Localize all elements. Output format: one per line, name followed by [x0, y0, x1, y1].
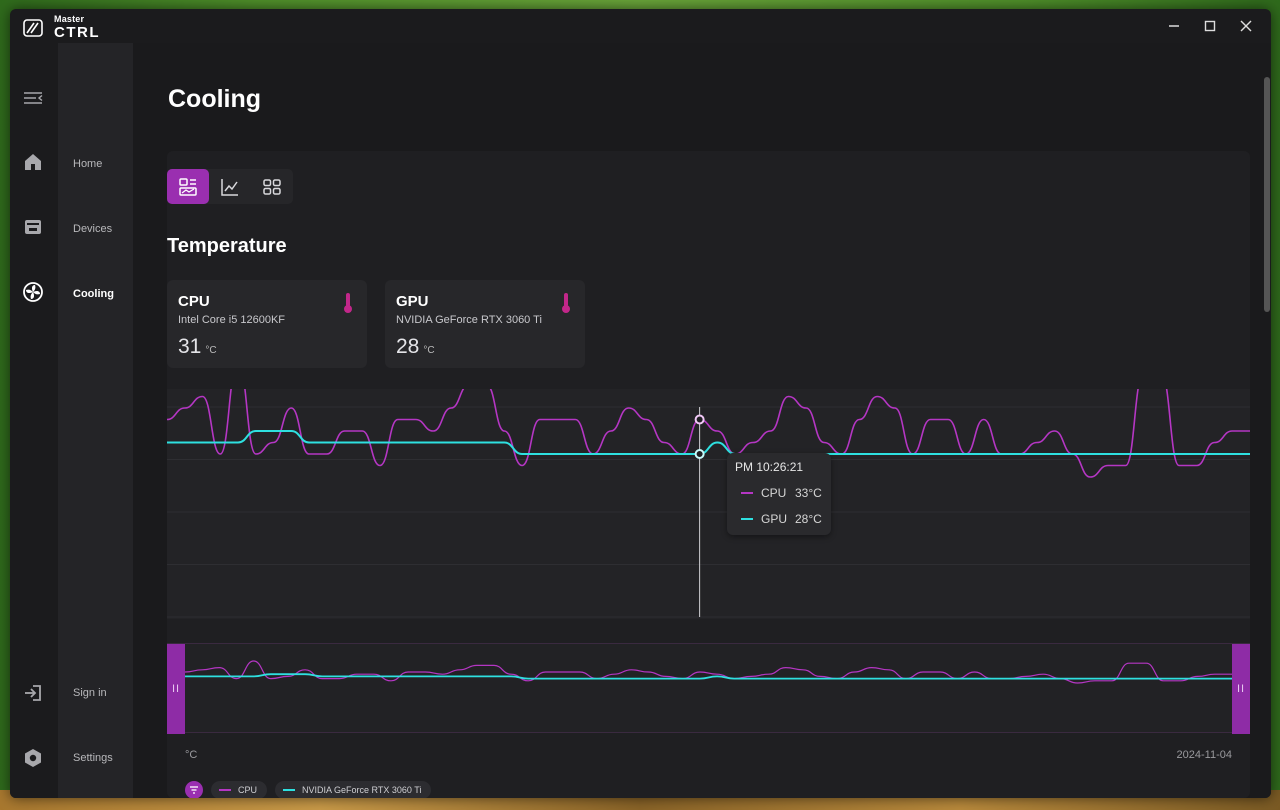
app-window: Master CTRL Home Devices Cooling Sign in… — [10, 9, 1271, 798]
tooltip-series-value: 33°C — [795, 486, 822, 500]
sign-in-icon — [25, 685, 41, 701]
logo-bottom-text: CTRL — [54, 24, 100, 41]
nav-item-devices[interactable]: Devices — [73, 223, 112, 235]
section-title: Temperature — [167, 235, 287, 257]
nav-item-sign-in[interactable]: Sign in — [73, 687, 107, 699]
home-icon — [25, 154, 41, 170]
sensor-unit: °C — [423, 345, 435, 356]
legend-swatch-gpu — [283, 789, 296, 791]
maximize-icon — [1204, 20, 1216, 32]
chart-date-label: 2024-11-04 — [1176, 749, 1232, 761]
icon-rail — [10, 43, 58, 798]
sensor-unit: °C — [205, 345, 217, 356]
gpu-hover-point — [694, 449, 705, 459]
hamburger-icon — [24, 92, 43, 104]
legend-item-cpu[interactable]: CPU — [211, 781, 268, 798]
cooling-panel: Temperature CPU Intel Core i5 12600KF 31… — [167, 151, 1250, 798]
gear-icon — [25, 749, 41, 767]
title-bar: Master CTRL — [10, 9, 1271, 43]
minimize-button[interactable] — [1159, 15, 1189, 37]
sensor-temperature: 28 — [396, 335, 420, 358]
sensor-name: GPU — [396, 293, 429, 310]
close-button[interactable] — [1231, 15, 1261, 37]
main-content: Cooling Temperature CPU Intel Core i5 12… — [133, 43, 1271, 798]
tab-line-chart-view[interactable] — [209, 169, 251, 204]
app-logo: Master CTRL — [22, 15, 100, 40]
legend-swatch-cpu — [219, 789, 231, 791]
sensor-name: CPU — [178, 293, 210, 310]
tooltip-series-name: GPU — [761, 512, 788, 526]
brush-right-handle[interactable]: II — [1232, 644, 1250, 734]
sign-in-nav-icon-button[interactable] — [22, 682, 44, 704]
devices-nav-icon-button[interactable] — [22, 216, 44, 238]
view-tabs — [167, 169, 293, 204]
cpu-overview-line — [184, 660, 1232, 684]
sensor-model: NVIDIA GeForce RTX 3060 Ti — [396, 314, 542, 326]
tooltip-series-name: CPU — [761, 486, 787, 500]
nav-item-settings[interactable]: Settings — [73, 752, 113, 764]
nav-panel: Home Devices Cooling Sign in Settings — [58, 43, 133, 798]
menu-toggle-button[interactable] — [22, 87, 44, 109]
close-icon — [1240, 20, 1252, 32]
page-title: Cooling — [168, 85, 262, 113]
logo-mark-icon — [23, 18, 43, 37]
gpu-sensor-card[interactable]: GPU NVIDIA GeForce RTX 3060 Ti 28 °C — [385, 280, 585, 368]
sensor-model: Intel Core i5 12600KF — [178, 314, 286, 326]
window-controls — [1159, 15, 1261, 37]
devices-icon — [25, 220, 41, 234]
tab-dashboard-view[interactable] — [167, 169, 209, 204]
thermometer-icon — [562, 293, 570, 313]
temperature-chart[interactable]: PM 10:26:21 CPU 33°C GPU 28°C — [167, 389, 1250, 619]
cpu-hover-point — [694, 414, 705, 425]
legend-label: CPU — [238, 785, 258, 795]
cpu-series-line — [167, 389, 1250, 478]
tooltip-swatch-cpu — [741, 492, 753, 494]
tooltip-swatch-gpu — [741, 518, 753, 520]
logo-top-text: Master — [54, 14, 85, 24]
filter-icon — [190, 786, 198, 794]
grid-icon — [263, 178, 281, 195]
fan-icon — [23, 282, 43, 302]
filter-button[interactable] — [185, 781, 203, 798]
dashboard-chart-icon — [179, 177, 197, 196]
temperature-chart-plot — [167, 389, 1250, 618]
vertical-scrollbar[interactable] — [1264, 77, 1270, 312]
sensor-value: 28 °C — [396, 335, 435, 359]
tooltip-series-value: 28°C — [795, 512, 822, 526]
home-nav-icon-button[interactable] — [22, 151, 44, 173]
chart-unit-label: °C — [185, 749, 198, 761]
legend-item-gpu[interactable]: NVIDIA GeForce RTX 3060 Ti — [275, 781, 432, 798]
sensor-temperature: 31 — [178, 335, 202, 358]
cpu-sensor-card[interactable]: CPU Intel Core i5 12600KF 31 °C — [167, 280, 367, 368]
maximize-button[interactable] — [1195, 15, 1225, 37]
tab-grid-view[interactable] — [251, 169, 293, 204]
nav-item-home[interactable]: Home — [73, 158, 102, 170]
legend-label: NVIDIA GeForce RTX 3060 Ti — [302, 785, 422, 795]
range-brush[interactable]: II II — [167, 643, 1250, 734]
brush-left-handle[interactable]: II — [167, 644, 185, 734]
minimize-icon — [1169, 25, 1179, 27]
line-chart-icon — [221, 178, 238, 196]
sensor-value: 31 °C — [178, 335, 217, 359]
chart-legend: CPU NVIDIA GeForce RTX 3060 Ti — [185, 781, 432, 798]
brush-overview-plot — [184, 660, 1232, 684]
gpu-series-line — [167, 430, 1250, 455]
thermometer-icon — [344, 293, 352, 313]
settings-nav-icon-button[interactable] — [22, 747, 44, 769]
nav-item-cooling[interactable]: Cooling — [73, 288, 114, 300]
tooltip-time: PM 10:26:21 — [735, 460, 804, 474]
tooltip-row-gpu: GPU 28°C — [735, 512, 823, 526]
tooltip-row-cpu: CPU 33°C — [735, 486, 823, 500]
chart-tooltip: PM 10:26:21 CPU 33°C GPU 28°C — [727, 453, 831, 535]
cooling-nav-icon-button[interactable] — [22, 281, 44, 303]
